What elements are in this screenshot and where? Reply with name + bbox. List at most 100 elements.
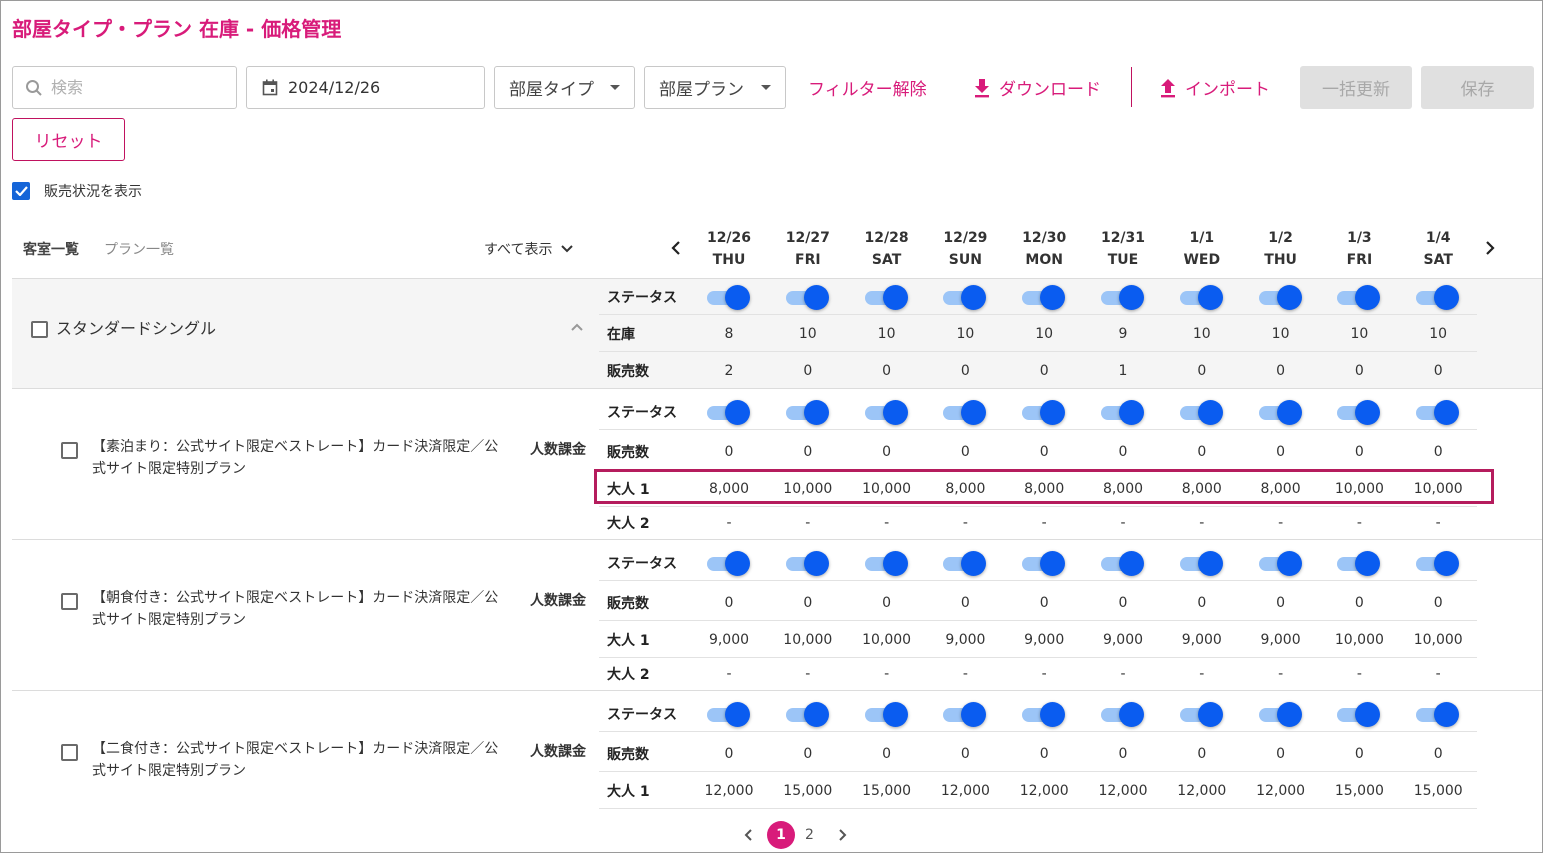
status-toggle[interactable] [943,284,987,310]
value-cell[interactable]: 0 [926,353,1004,389]
value-cell[interactable]: 0 [1084,585,1162,620]
status-toggle[interactable] [785,284,830,310]
value-cell[interactable]: 0 [690,736,768,771]
value-cell[interactable]: 0 [1399,353,1477,389]
value-cell[interactable]: 0 [1005,434,1083,469]
value-cell[interactable]: 0 [690,434,768,469]
search-input[interactable] [51,78,221,97]
value-cell[interactable]: - [1163,505,1241,541]
tab-rooms[interactable]: 客室一覧 [23,239,79,259]
status-toggle[interactable] [1101,399,1145,425]
value-cell[interactable]: 0 [769,736,847,771]
value-cell[interactable]: 8,000 [1084,471,1162,506]
status-toggle[interactable] [707,550,751,576]
value-cell[interactable]: 0 [848,585,926,620]
value-cell[interactable]: 10 [1320,316,1398,351]
status-toggle[interactable] [864,284,909,310]
status-toggle[interactable] [707,284,751,310]
status-toggle[interactable] [1258,399,1303,425]
value-cell[interactable]: - [1242,656,1320,692]
value-cell[interactable]: 0 [1005,736,1083,771]
status-toggle[interactable] [1337,399,1381,425]
plan-checkbox[interactable] [61,744,78,761]
page-1-button[interactable]: 1 [767,821,795,849]
status-toggle[interactable] [864,399,909,425]
value-cell[interactable]: 10 [926,316,1004,351]
room-plan-select[interactable]: 部屋プラン [644,66,786,109]
value-cell[interactable]: 10 [1163,316,1241,351]
status-toggle[interactable] [1337,550,1381,576]
value-cell[interactable]: 0 [1320,585,1398,620]
status-toggle[interactable] [943,701,987,727]
value-cell[interactable]: 0 [1242,434,1320,469]
value-cell[interactable]: - [1005,505,1083,541]
save-button[interactable]: 保存 [1421,66,1534,109]
value-cell[interactable]: 1 [1084,353,1162,389]
value-cell[interactable]: 9,000 [1084,622,1162,657]
value-cell[interactable]: 0 [1163,736,1241,771]
status-toggle[interactable] [1101,550,1145,576]
value-cell[interactable]: 10 [848,316,926,351]
page-2-button[interactable]: 2 [805,827,814,843]
status-toggle[interactable] [1258,701,1303,727]
value-cell[interactable]: 10,000 [1399,471,1477,506]
status-toggle[interactable] [707,399,751,425]
value-cell[interactable]: 9,000 [1242,622,1320,657]
value-cell[interactable]: 2 [690,353,768,389]
search-box[interactable] [12,66,237,109]
show-all-toggle[interactable]: すべて表示 [484,239,574,259]
value-cell[interactable]: 12,000 [1163,773,1241,808]
value-cell[interactable]: 0 [1399,434,1477,469]
value-cell[interactable]: - [690,505,768,541]
value-cell[interactable]: 0 [1399,736,1477,771]
import-button[interactable]: インポート [1159,75,1270,100]
reset-button[interactable]: リセット [12,118,125,161]
value-cell[interactable]: 10,000 [848,622,926,657]
value-cell[interactable]: - [1320,656,1398,692]
value-cell[interactable]: 15,000 [769,773,847,808]
status-toggle[interactable] [1258,284,1303,310]
value-cell[interactable]: 10 [1242,316,1320,351]
value-cell[interactable]: 0 [1163,353,1241,389]
show-status-checkbox[interactable] [12,182,30,200]
value-cell[interactable]: - [848,656,926,692]
status-toggle[interactable] [785,701,830,727]
status-toggle[interactable] [1179,399,1224,425]
value-cell[interactable]: 9,000 [690,622,768,657]
value-cell[interactable]: 8 [690,316,768,351]
value-cell[interactable]: 12,000 [690,773,768,808]
value-cell[interactable]: 8,000 [1163,471,1241,506]
value-cell[interactable]: 10 [1399,316,1477,351]
status-toggle[interactable] [1022,399,1066,425]
value-cell[interactable]: 12,000 [1084,773,1162,808]
room-checkbox[interactable] [31,321,48,338]
value-cell[interactable]: - [769,505,847,541]
status-toggle[interactable] [1179,284,1224,310]
value-cell[interactable]: 0 [1005,585,1083,620]
value-cell[interactable]: 0 [1320,736,1398,771]
value-cell[interactable]: 8,000 [690,471,768,506]
date-picker[interactable]: 2024/12/26 [246,66,485,109]
value-cell[interactable]: 10,000 [769,471,847,506]
value-cell[interactable]: - [1399,505,1477,541]
status-toggle[interactable] [1337,284,1381,310]
value-cell[interactable]: 0 [1163,434,1241,469]
value-cell[interactable]: - [1399,656,1477,692]
value-cell[interactable]: 10,000 [848,471,926,506]
value-cell[interactable]: - [690,656,768,692]
status-toggle[interactable] [707,701,751,727]
prev-page-button[interactable] [741,825,755,845]
value-cell[interactable]: 12,000 [1005,773,1083,808]
show-status-toggle[interactable]: 販売状況を表示 [12,181,142,201]
status-toggle[interactable] [1022,701,1066,727]
value-cell[interactable]: - [1084,656,1162,692]
status-toggle[interactable] [864,701,909,727]
status-toggle[interactable] [1179,701,1224,727]
value-cell[interactable]: 0 [848,434,926,469]
value-cell[interactable]: 0 [1084,736,1162,771]
value-cell[interactable]: 0 [848,353,926,389]
status-toggle[interactable] [1101,701,1145,727]
value-cell[interactable]: - [1163,656,1241,692]
value-cell[interactable]: - [1320,505,1398,541]
plan-checkbox[interactable] [61,593,78,610]
